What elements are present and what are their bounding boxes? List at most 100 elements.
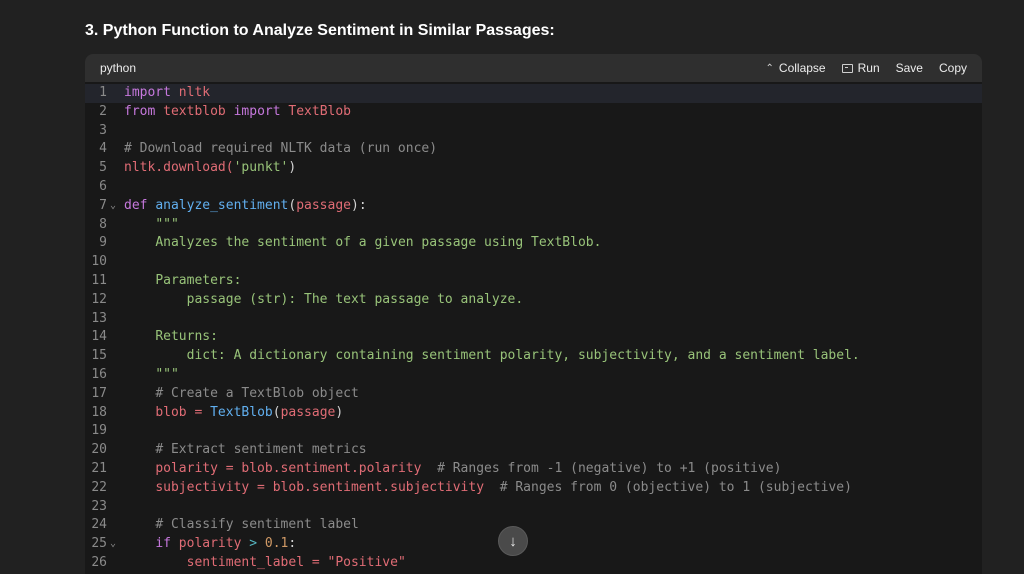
fold-toggle bbox=[107, 554, 124, 573]
code-line: 13 bbox=[85, 310, 982, 329]
fold-toggle bbox=[107, 460, 124, 479]
code-string: 'punkt' bbox=[233, 160, 289, 176]
line-number: 4 bbox=[99, 141, 107, 157]
fold-toggle bbox=[107, 253, 124, 272]
collapse-label: Collapse bbox=[778, 61, 826, 75]
code-token: TextBlob bbox=[210, 404, 273, 420]
fold-toggle bbox=[107, 178, 124, 197]
fold-toggle bbox=[107, 291, 124, 310]
fold-toggle bbox=[107, 328, 124, 347]
run-label: Run bbox=[857, 61, 880, 75]
fold-toggle bbox=[107, 234, 124, 253]
save-button[interactable]: Save bbox=[896, 61, 923, 75]
code-token: if bbox=[155, 536, 171, 552]
code-line: 23 bbox=[85, 498, 982, 517]
line-number: 15 bbox=[91, 348, 107, 364]
line-number: 3 bbox=[99, 122, 107, 138]
code-line: 21 polarity = blob.sentiment.polarity # … bbox=[85, 460, 982, 479]
code-comment: # Ranges from -1 (negative) to +1 (posit… bbox=[437, 460, 782, 476]
run-icon bbox=[841, 63, 853, 73]
code-string: Analyzes the sentiment of a given passag… bbox=[155, 235, 602, 251]
code-line: 17 # Create a TextBlob object bbox=[85, 385, 982, 404]
code-toolbar: ⌃ Collapse Run Save Copy bbox=[766, 61, 967, 75]
copy-button[interactable]: Copy bbox=[939, 61, 967, 75]
code-line: 8 """ bbox=[85, 216, 982, 235]
save-label: Save bbox=[895, 61, 923, 75]
line-number: 20 bbox=[91, 442, 107, 458]
code-token: textblob bbox=[163, 103, 226, 119]
code-token: passage bbox=[280, 404, 336, 420]
fold-toggle bbox=[107, 272, 124, 291]
code-comment: # Download required NLTK data (run once) bbox=[124, 141, 438, 157]
code-number: 0.1 bbox=[264, 536, 289, 552]
code-comment: # Create a TextBlob object bbox=[155, 385, 359, 401]
code-comment: # Extract sentiment metrics bbox=[155, 442, 367, 458]
code-line: 6 bbox=[85, 178, 982, 197]
fold-toggle bbox=[107, 441, 124, 460]
fold-toggle bbox=[107, 347, 124, 366]
code-line: 14 Returns: bbox=[85, 328, 982, 347]
code-line: 1 import nltk bbox=[85, 84, 982, 103]
line-number: 12 bbox=[91, 291, 107, 307]
line-number: 13 bbox=[91, 310, 107, 326]
scroll-down-button[interactable]: ↓ bbox=[498, 526, 528, 556]
code-block-header: python ⌃ Collapse Run Save Copy bbox=[85, 54, 982, 82]
code-editor[interactable]: 1 import nltk 2 from textblob import Tex… bbox=[85, 82, 982, 573]
code-line: 3 bbox=[85, 122, 982, 141]
code-string: dict: A dictionary containing sentiment … bbox=[186, 348, 860, 364]
code-token: > bbox=[249, 536, 258, 552]
code-block: python ⌃ Collapse Run Save Copy 1 import… bbox=[85, 54, 982, 574]
fold-toggle bbox=[107, 122, 124, 141]
run-button[interactable]: Run bbox=[841, 61, 880, 75]
fold-toggle bbox=[107, 310, 124, 329]
code-line: 18 blob = TextBlob(passage) bbox=[85, 404, 982, 423]
code-token: ) bbox=[288, 160, 297, 176]
code-token: import bbox=[233, 103, 281, 119]
code-comment: # Classify sentiment label bbox=[155, 517, 359, 533]
code-token: def bbox=[124, 197, 148, 213]
code-string: Returns: bbox=[155, 329, 218, 345]
fold-toggle bbox=[107, 516, 124, 535]
line-number: 5 bbox=[99, 160, 107, 176]
fold-toggle bbox=[107, 216, 124, 235]
line-number: 17 bbox=[91, 385, 107, 401]
fold-toggle bbox=[107, 159, 124, 178]
code-token: import bbox=[124, 85, 171, 100]
code-string: """ bbox=[155, 216, 179, 232]
code-token: nltk bbox=[178, 85, 211, 100]
fold-toggle bbox=[107, 366, 124, 385]
line-number: 2 bbox=[99, 103, 107, 119]
code-line: 24 # Classify sentiment label bbox=[85, 516, 982, 535]
code-line: 20 # Extract sentiment metrics bbox=[85, 441, 982, 460]
line-number: 9 bbox=[99, 235, 107, 251]
line-number: 23 bbox=[91, 498, 107, 514]
code-string: """ bbox=[155, 366, 179, 382]
line-number: 26 bbox=[91, 554, 107, 570]
code-token: ) bbox=[335, 404, 344, 420]
arrow-down-icon: ↓ bbox=[509, 532, 517, 550]
fold-toggle[interactable]: ⌄ bbox=[107, 535, 124, 554]
code-line: 10 bbox=[85, 253, 982, 272]
line-number: 7 bbox=[99, 197, 107, 213]
code-line: 25 ⌄ if polarity > 0.1: bbox=[85, 535, 982, 554]
code-line: 16 """ bbox=[85, 366, 982, 385]
code-token: sentiment_label = "Positive" bbox=[186, 554, 406, 570]
code-token: polarity bbox=[178, 536, 242, 552]
code-token: ): bbox=[351, 197, 367, 213]
code-string: Parameters: bbox=[155, 272, 242, 288]
line-number: 25 bbox=[91, 536, 107, 552]
fold-toggle[interactable]: ⌄ bbox=[107, 197, 124, 216]
code-line: 9 Analyzes the sentiment of a given pass… bbox=[85, 234, 982, 253]
code-line: 2 from textblob import TextBlob bbox=[85, 103, 982, 122]
fold-toggle bbox=[107, 404, 124, 423]
fold-toggle bbox=[107, 385, 124, 404]
code-token: polarity = blob.sentiment.polarity bbox=[155, 460, 422, 476]
code-token: analyze_sentiment bbox=[155, 197, 289, 213]
code-line: 11 Parameters: bbox=[85, 272, 982, 291]
section-heading: 3. Python Function to Analyze Sentiment … bbox=[85, 22, 555, 39]
collapse-button[interactable]: ⌃ Collapse bbox=[766, 61, 826, 75]
code-line: 22 subjectivity = blob.sentiment.subject… bbox=[85, 479, 982, 498]
code-token: TextBlob bbox=[288, 103, 352, 119]
line-number: 10 bbox=[91, 254, 107, 270]
line-number: 14 bbox=[91, 329, 107, 345]
